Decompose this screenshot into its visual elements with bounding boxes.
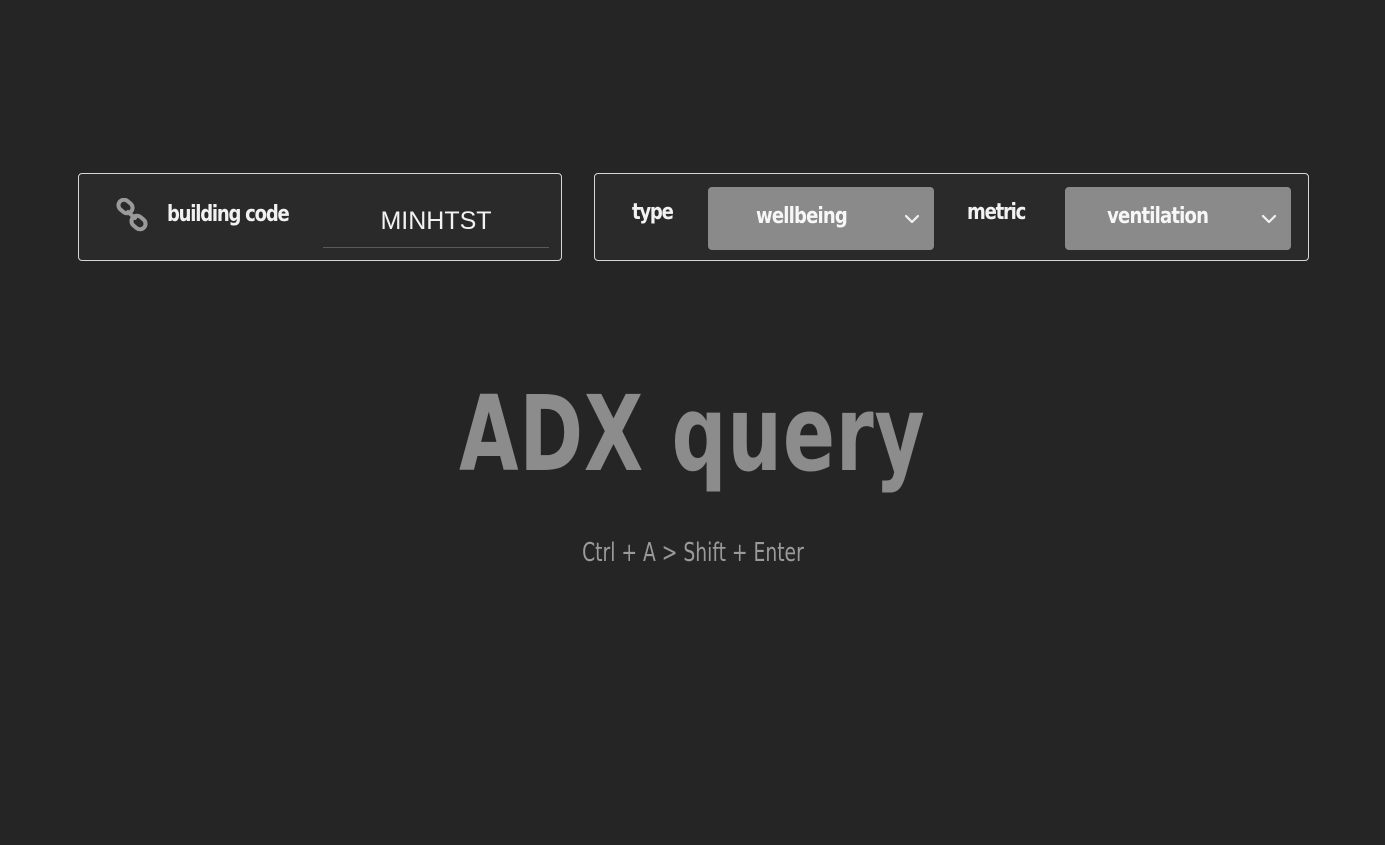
app-root: building code type wellbeing metric vent…: [0, 0, 1385, 845]
building-code-input[interactable]: [323, 196, 549, 248]
metric-select[interactable]: ventilation: [1065, 187, 1291, 250]
shortcut-hint: Ctrl + A > Shift + Enter: [0, 538, 1385, 568]
building-code-panel: building code: [78, 173, 562, 261]
page-title: ADX query: [0, 373, 1385, 495]
metric-select-value: ventilation: [1107, 204, 1209, 229]
type-select[interactable]: wellbeing: [708, 187, 934, 250]
building-code-label: building code: [167, 202, 290, 227]
query-filters-panel: type wellbeing metric ventilation: [594, 173, 1309, 261]
chevron-down-icon: [1261, 214, 1277, 224]
metric-label: metric: [967, 200, 1026, 225]
type-select-value: wellbeing: [755, 204, 848, 229]
link-icon: [116, 198, 148, 232]
shortcut-hint-text: Ctrl + A > Shift + Enter: [581, 538, 804, 568]
chevron-down-icon: [904, 214, 920, 224]
type-label: type: [632, 200, 674, 225]
page-title-text: ADX query: [459, 373, 926, 495]
